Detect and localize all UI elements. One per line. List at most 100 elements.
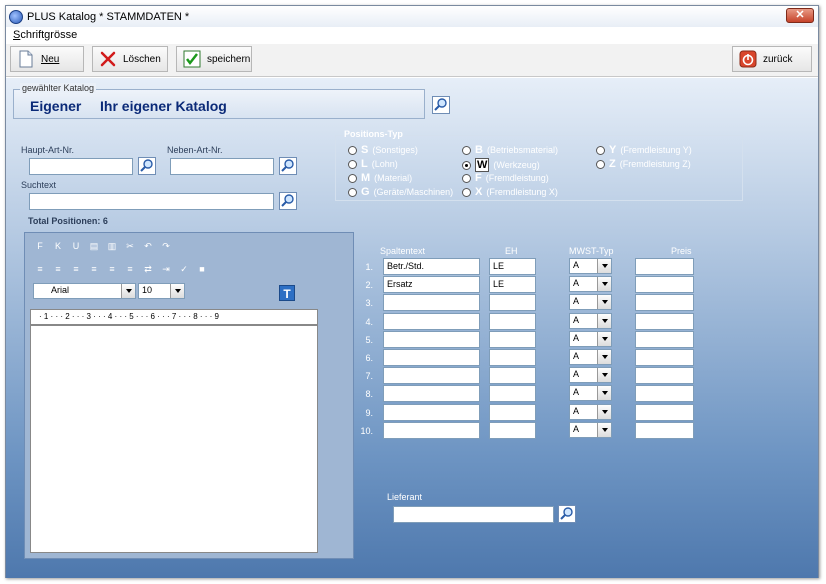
suchtext-search-button[interactable] — [279, 192, 297, 210]
type-letter: B — [475, 144, 483, 156]
replace-icon[interactable]: ⇄ — [141, 262, 155, 276]
align-center-icon[interactable]: ≡ — [87, 262, 101, 276]
copy-icon[interactable]: ▤ — [87, 239, 101, 253]
mwst-select[interactable]: A — [569, 294, 612, 310]
font-select[interactable]: Arial — [33, 283, 136, 299]
radio-type-w[interactable]: W (Werkzeug) — [462, 158, 540, 172]
eh-input[interactable] — [489, 367, 536, 384]
content-area: gewählter Katalog Eigener Ihr eigener Ka… — [6, 78, 818, 578]
radio-type-x[interactable]: X (Fremdleistung X) — [462, 186, 558, 198]
delete-button[interactable]: Löschen — [92, 46, 168, 72]
suchtext-input[interactable] — [29, 193, 274, 210]
row-number: 2. — [365, 280, 373, 290]
eh-input[interactable] — [489, 331, 536, 348]
eh-input[interactable] — [489, 422, 536, 439]
row-number: 9. — [365, 408, 373, 418]
main-window: PLUS Katalog * STAMMDATEN * ✕ Schriftgrö… — [5, 5, 819, 578]
radio-type-f[interactable]: F (Fremdleistung) — [462, 172, 549, 184]
radio-type-z[interactable]: Z (Fremdleistung Z) — [596, 158, 691, 170]
mwst-select[interactable]: A — [569, 276, 612, 292]
preis-input[interactable] — [635, 313, 694, 330]
mwst-select[interactable]: A — [569, 404, 612, 420]
radio-type-y[interactable]: Y (Fremdleistung Y) — [596, 144, 692, 156]
spaltentext-input[interactable] — [383, 385, 480, 402]
preis-input[interactable] — [635, 385, 694, 402]
eh-input[interactable] — [489, 385, 536, 402]
spaltentext-input[interactable]: Ersatz — [383, 276, 480, 293]
neben-art-label: Neben-Art-Nr. — [167, 145, 223, 155]
back-button[interactable]: zurück — [732, 46, 812, 72]
undo-icon[interactable]: ↶ — [141, 239, 155, 253]
mwst-select[interactable]: A — [569, 349, 612, 365]
preis-input[interactable] — [635, 349, 694, 366]
neben-art-input[interactable] — [170, 158, 274, 175]
underline-icon[interactable]: U — [69, 239, 83, 253]
haupt-art-input[interactable] — [29, 158, 133, 175]
eh-input[interactable]: LE — [489, 276, 536, 293]
preis-input[interactable] — [635, 422, 694, 439]
mwst-select[interactable]: A — [569, 422, 612, 438]
italic-icon[interactable]: K — [51, 239, 65, 253]
chevron-down-icon — [597, 259, 611, 273]
spaltentext-input[interactable] — [383, 313, 480, 330]
bullet-list-icon[interactable]: ≡ — [51, 262, 65, 276]
chevron-down-icon — [121, 284, 135, 298]
preis-input[interactable] — [635, 367, 694, 384]
preis-input[interactable] — [635, 294, 694, 311]
indent-icon[interactable]: ⇥ — [159, 262, 173, 276]
save-button[interactable]: speichern — [176, 46, 252, 72]
preis-input[interactable] — [635, 258, 694, 275]
text-format-icon[interactable]: T — [279, 285, 295, 301]
eh-input[interactable] — [489, 349, 536, 366]
justify-icon[interactable]: ≡ — [123, 262, 137, 276]
radio-type-m[interactable]: M (Material) — [348, 172, 412, 184]
bold-icon[interactable]: F — [33, 239, 47, 253]
mwst-select[interactable]: A — [569, 385, 612, 401]
paste-icon[interactable]: ▥ — [105, 239, 119, 253]
cut-icon[interactable]: ✂ — [123, 239, 137, 253]
chevron-down-icon — [597, 386, 611, 400]
type-desc: (Werkzeug) — [493, 160, 540, 170]
spaltentext-input[interactable]: Betr./Std. — [383, 258, 480, 275]
type-letter: G — [361, 186, 370, 198]
new-button[interactable]: Neu — [10, 46, 84, 72]
preis-input[interactable] — [635, 331, 694, 348]
spaltentext-input[interactable] — [383, 404, 480, 421]
catalog-search-button[interactable] — [432, 96, 450, 114]
eh-input[interactable]: LE — [489, 258, 536, 275]
mwst-select[interactable]: A — [569, 313, 612, 329]
row-number: 3. — [365, 298, 373, 308]
mwst-select[interactable]: A — [569, 367, 612, 383]
eh-input[interactable] — [489, 294, 536, 311]
radio-type-b[interactable]: B (Betriebsmaterial) — [462, 144, 558, 156]
menu-schriftgroesse[interactable]: Schriftgrösse — [13, 29, 77, 41]
preis-input[interactable] — [635, 404, 694, 421]
mwst-select[interactable]: A — [569, 258, 612, 274]
spellcheck-icon[interactable]: ✓ — [177, 262, 191, 276]
radio-type-g[interactable]: G (Geräte/Maschinen) — [348, 186, 453, 198]
editor-text-area[interactable] — [30, 325, 318, 553]
align-left-icon[interactable]: ≡ — [69, 262, 83, 276]
numbered-list-icon[interactable]: ≡ — [33, 262, 47, 276]
neben-art-search-button[interactable] — [279, 157, 297, 175]
radio-type-l[interactable]: L (Lohn) — [348, 158, 398, 170]
spaltentext-input[interactable] — [383, 367, 480, 384]
mwst-select[interactable]: A — [569, 331, 612, 347]
align-right-icon[interactable]: ≡ — [105, 262, 119, 276]
close-button[interactable]: ✕ — [786, 8, 814, 23]
row-number: 6. — [365, 353, 373, 363]
preis-input[interactable] — [635, 276, 694, 293]
eh-input[interactable] — [489, 404, 536, 421]
lieferant-search-button[interactable] — [558, 505, 576, 523]
spaltentext-input[interactable] — [383, 422, 480, 439]
spaltentext-input[interactable] — [383, 331, 480, 348]
redo-icon[interactable]: ↷ — [159, 239, 173, 253]
lieferant-input[interactable] — [393, 506, 554, 523]
color-icon[interactable]: ■ — [195, 262, 209, 276]
spaltentext-input[interactable] — [383, 294, 480, 311]
radio-type-s[interactable]: S (Sonstiges) — [348, 144, 418, 156]
font-size-select[interactable]: 10 — [138, 283, 185, 299]
haupt-art-search-button[interactable] — [138, 157, 156, 175]
eh-input[interactable] — [489, 313, 536, 330]
spaltentext-input[interactable] — [383, 349, 480, 366]
